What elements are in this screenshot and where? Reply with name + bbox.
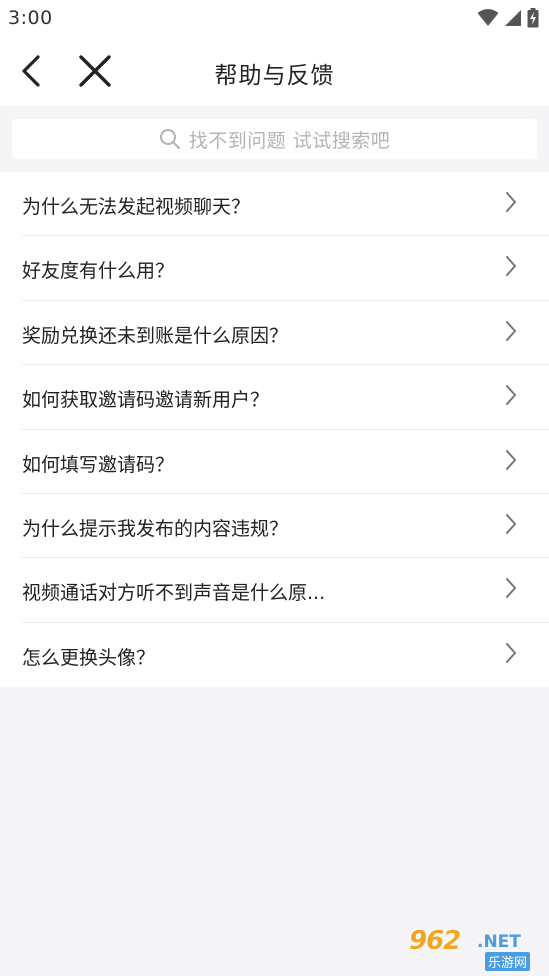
chevron-right-icon bbox=[506, 642, 516, 663]
search-area: 找不到问题 试试搜索吧 bbox=[0, 106, 549, 172]
faq-item-label: 视频通话对方听不到声音是什么原... bbox=[22, 582, 326, 605]
faq-item-label: 如何填写邀请码？ bbox=[22, 453, 175, 476]
wifi-icon bbox=[477, 9, 499, 26]
watermark-sub: 乐游网 bbox=[485, 952, 531, 971]
search-placeholder: 找不到问题 试试搜索吧 bbox=[188, 129, 391, 152]
faq-item[interactable]: 为什么提示我发布的内容违规？ bbox=[0, 494, 549, 559]
faq-item[interactable]: 怎么更换头像？ bbox=[0, 623, 549, 687]
chevron-right-icon bbox=[506, 192, 516, 212]
faq-item-label: 怎么更换头像？ bbox=[22, 646, 156, 669]
faq-item[interactable]: 如何获取邀请码邀请新用户？ bbox=[0, 365, 549, 430]
faq-item-label: 如何获取邀请码邀请新用户？ bbox=[22, 389, 270, 412]
faq-item-label: 为什么提示我发布的内容违规？ bbox=[22, 517, 289, 540]
watermark-logo: 962 .NET 乐游网 bbox=[409, 926, 541, 971]
faq-item[interactable]: 为什么无法发起视频聊天？ bbox=[0, 172, 549, 237]
faq-item-label: 奖励兑换还未到账是什么原因？ bbox=[22, 324, 289, 347]
faq-item[interactable]: 视频通话对方听不到声音是什么原... bbox=[0, 558, 549, 624]
nav-bar: 帮助与反馈 bbox=[0, 38, 549, 106]
faq-item-label: 为什么无法发起视频聊天？ bbox=[22, 196, 251, 218]
faq-item[interactable]: 如何填写邀请码？ bbox=[0, 430, 549, 495]
status-icons bbox=[477, 7, 539, 29]
faq-list: 为什么无法发起视频聊天？ 好友度有什么用？ 奖励兑换还未到账是什么原因？ 如何获… bbox=[0, 172, 549, 688]
chevron-right-icon bbox=[506, 385, 516, 406]
chevron-right-icon bbox=[506, 256, 516, 277]
battery-charging-icon bbox=[527, 8, 539, 28]
faq-item-label: 好友度有什么用？ bbox=[22, 260, 175, 283]
watermark-main: 962 bbox=[409, 926, 461, 956]
watermark-net: .NET bbox=[477, 932, 521, 952]
chevron-right-icon bbox=[506, 320, 516, 341]
status-time: 3:00 bbox=[8, 7, 53, 29]
signal-icon bbox=[505, 10, 521, 26]
chevron-right-icon bbox=[506, 578, 516, 599]
faq-item[interactable]: 好友度有什么用？ bbox=[0, 236, 549, 302]
chevron-right-icon bbox=[506, 449, 516, 470]
page-title: 帮助与反馈 bbox=[214, 63, 335, 89]
chevron-right-icon bbox=[506, 513, 516, 534]
search-input[interactable]: 找不到问题 试试搜索吧 bbox=[12, 119, 537, 159]
search-icon bbox=[159, 129, 180, 150]
status-bar: 3:00 bbox=[0, 0, 549, 38]
faq-item[interactable]: 奖励兑换还未到账是什么原因？ bbox=[0, 301, 549, 366]
